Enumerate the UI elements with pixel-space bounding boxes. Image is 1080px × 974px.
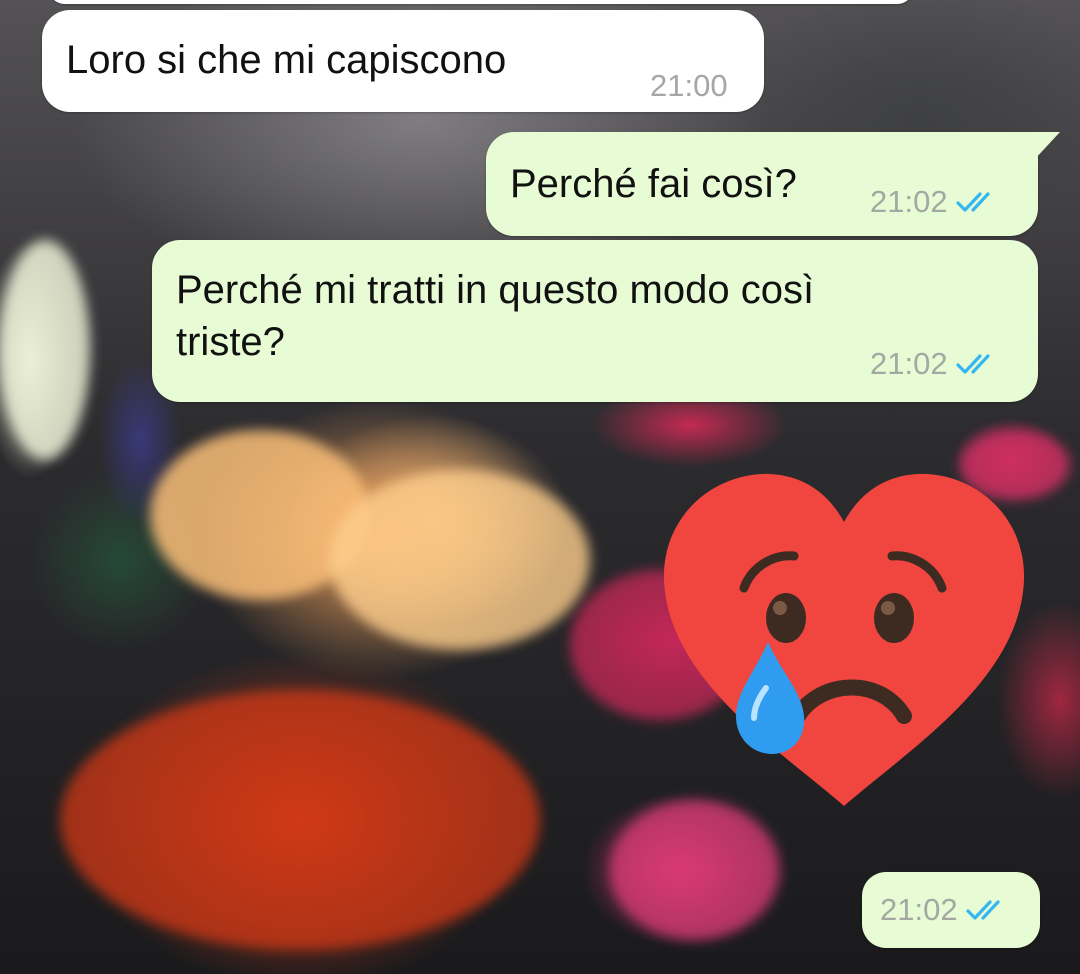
crying-heart-sticker[interactable]: [660, 470, 1028, 810]
message-bubble-outgoing[interactable]: Perché fai così? 21:02: [486, 132, 1038, 236]
message-text: Perché mi tratti in questo modo così tri…: [176, 268, 815, 364]
double-check-read-icon: [955, 192, 990, 212]
message-meta: 21:02: [870, 184, 1002, 220]
sticker-meta-bubble: 21:02: [862, 872, 1040, 948]
wallpaper-flower-protea: [60, 690, 540, 950]
wallpaper-flower-rose: [330, 470, 590, 650]
previous-message-bubble[interactable]: [48, 0, 914, 4]
message-time: 21:00: [650, 68, 728, 103]
message-meta: 21:00: [650, 68, 728, 104]
message-time: 21:02: [880, 892, 958, 927]
heart-shape: [663, 473, 1025, 806]
message-text: Loro si che mi capiscono: [66, 38, 507, 82]
message-time: 21:02: [870, 184, 948, 219]
double-check-read-icon: [965, 900, 1000, 920]
double-check-read-icon: [955, 354, 990, 374]
message-meta: 21:02: [870, 346, 1002, 382]
message-time: 21:02: [870, 346, 948, 381]
message-bubble-incoming[interactable]: Loro si che mi capiscono 21:00: [42, 10, 764, 112]
wallpaper-flower-white: [0, 240, 90, 460]
bubble-tail: [1034, 132, 1060, 160]
message-meta: 21:02: [880, 892, 1012, 928]
message-bubble-outgoing[interactable]: Perché mi tratti in questo modo così tri…: [152, 240, 1038, 402]
left-eye: [766, 593, 806, 643]
right-eye: [874, 593, 914, 643]
message-text: Perché fai così?: [510, 162, 797, 206]
wallpaper-flower-pink-2: [610, 800, 780, 940]
